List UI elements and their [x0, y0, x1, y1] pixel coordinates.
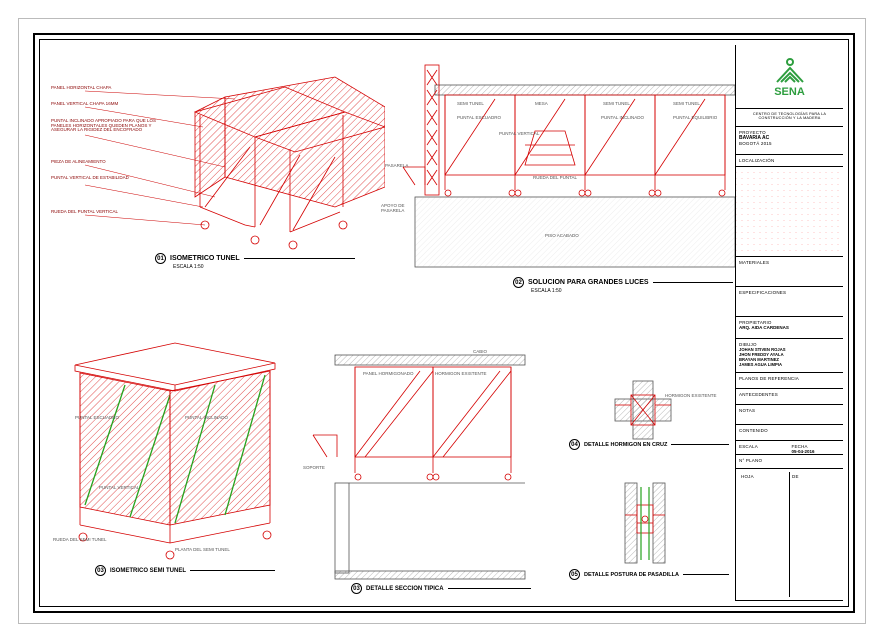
company-line: CENTRO DE TECNOLOGÍAS PARA LA CONSTRUCCI… [739, 112, 840, 120]
caption-03: 03 ISOMETRICO SEMI TUNEL [95, 565, 275, 576]
fecha-val: 05-04-2016 [792, 449, 841, 454]
antecedentes-label: ANTECEDENTES [739, 392, 840, 397]
lbl-horm-ex2: HORMIGON EXISTENTE [665, 393, 717, 398]
logo-text: SENA [774, 86, 805, 98]
plano-cell: N° PLANO [736, 455, 843, 469]
proyecto-cell: PROYECTO BAVARIA AC BOGOTÁ 2015 [736, 127, 843, 155]
fig-02-grandes-luces: SEMI TUNEL MESA SEMI TUNEL SEMI TUNEL PU… [385, 55, 735, 295]
title-01: ISOMETRICO TUNEL [170, 255, 240, 262]
notas-label: NOTAS [739, 408, 840, 413]
caption-04: 03 DETALLE SECCION TIPICA [351, 583, 531, 594]
proyecto-city: BOGOTÁ 2015 [739, 141, 840, 146]
fig-01-isometric-tunel: PANEL HORIZONTAL CHAPA PANEL VERTICAL CH… [85, 57, 385, 267]
title-06: DETALLE POSTURA DE PASADILLA [584, 572, 679, 578]
lbl-f3-puntal-inc: PUNTAL INCLINADO [185, 415, 228, 420]
title-02: SOLUCION PARA GRANDES LUCES [528, 279, 649, 286]
lbl-puntal-v: PUNTAL VERTICAL [499, 131, 539, 136]
lbl-piso-acabado: PISO ACABADO [545, 233, 579, 238]
contenido-cell: CONTENIDO [736, 425, 843, 441]
dibujo4: JAMES AGUA LIMPIA [739, 362, 840, 367]
caption-05: 04 DETALLE HORMIGON EN CRUZ [569, 439, 729, 450]
fig-04-section: CABIO PANEL HORMIGONADO HORMIGON EXISTEN… [305, 335, 535, 595]
fig-03-semi-tunel: PUNTAL ESCUADRO PUNTAL INCLINADO PUNTAL … [55, 325, 295, 575]
especificaciones-label: ESPECIFICACIONES [739, 290, 840, 295]
lbl-puntal-equi: PUNTAL EQUILIBRIO [673, 115, 717, 120]
outer-frame: SENA CENTRO DE TECNOLOGÍAS PARA LA CONST… [33, 33, 855, 613]
hoja-cell: HOJA DE [736, 469, 843, 601]
lbl-semi-tunel-2: SEMI TUNEL [603, 101, 630, 106]
caption-06: 05 DETALLE POSTURA DE PASADILLA [569, 569, 729, 580]
materiales-label: MATERIALES [739, 260, 840, 265]
paper-background: SENA CENTRO DE TECNOLOGÍAS PARA LA CONST… [18, 18, 866, 624]
notas-cell: NOTAS [736, 405, 843, 425]
planosref-cell: PLANOS DE REFERENCIA [736, 373, 843, 389]
caption-02: 02 SOLUCION PARA GRANDES LUCES [513, 277, 733, 288]
bubble-06: 05 [569, 569, 580, 580]
title-04: DETALLE SECCION TIPICA [366, 586, 444, 592]
titleblock: SENA CENTRO DE TECNOLOGÍAS PARA LA CONST… [735, 45, 843, 601]
bubble-01: 01 [155, 253, 166, 264]
lbl-rueda: RUEDA DEL PUNTAL VERTICAL [51, 209, 118, 214]
antecedentes-cell: ANTECEDENTES [736, 389, 843, 405]
lbl-puntal-esq: PUNTAL ESCUADRO [457, 115, 501, 120]
sena-logo-icon [773, 56, 807, 86]
lbl-panel-h: PANEL HORIZONTAL CHAPA [51, 85, 111, 90]
lbl-rueda-puntal: RUEDA DEL PUNTAL [533, 175, 577, 180]
fig-05-detail-cruz: HORMIGON EXISTENTE 04 DETALLE HORMIGON E… [575, 375, 715, 455]
bubble-02: 02 [513, 277, 524, 288]
lbl-semi-tunel-1: SEMI TUNEL [457, 101, 484, 106]
drawing-area: PANEL HORIZONTAL CHAPA PANEL VERTICAL CH… [45, 45, 730, 601]
lbl-f3-puntal-esq: PUNTAL ESCUADRO [75, 415, 119, 420]
fig-06-detail-pasadilla: 05 DETALLE POSTURA DE PASADILLA [575, 475, 715, 585]
inner-frame: SENA CENTRO DE TECNOLOGÍAS PARA LA CONST… [39, 39, 849, 607]
lbl-f3-planta: PLANTA DEL SEMI TUNEL [175, 547, 230, 552]
lbl-puntal-inc-note: PUNTAL INCLINADO APROPIADO PARA QUE LOS … [51, 119, 161, 133]
localizacion-label: LOCALIZACIÓN [739, 158, 840, 163]
arquitecto-val: ARQ. AIDA CARDENAS [739, 325, 840, 330]
bubble-03: 03 [95, 565, 106, 576]
hoja-label: HOJA [741, 474, 787, 479]
especificaciones-cell: ESPECIFICACIONES [736, 287, 843, 317]
title-05: DETALLE HORMIGON EN CRUZ [584, 442, 667, 448]
plano-label: N° PLANO [739, 458, 840, 463]
localizacion-cell: LOCALIZACIÓN [736, 155, 843, 167]
title-03: ISOMETRICO SEMI TUNEL [110, 568, 186, 574]
sub-01: ESCALA 1:50 [173, 264, 204, 270]
escala-label: ESCALA [739, 444, 788, 449]
lbl-puntal-inc: PUNTAL INCLINADO [601, 115, 644, 120]
lbl-cabio: CABIO [473, 349, 487, 354]
caption-01: 01 ISOMETRICO TUNEL [155, 253, 355, 264]
lbl-f3-rueda: RUEDA DEL SEMI TUNEL [53, 537, 107, 542]
sub-02: ESCALA 1:50 [531, 288, 562, 294]
lbl-pieza-alin: PIEZA DE ALINEAMIENTO [51, 159, 106, 164]
lbl-mesa: MESA [535, 101, 548, 106]
lbl-panel-horm: PANEL HORMIGONADO [363, 371, 414, 376]
lbl-horm-exist: HORMIGON EXISTENTE [435, 371, 487, 376]
hoja-de: DE [792, 474, 838, 479]
contenido-label: CONTENIDO [739, 428, 840, 433]
lbl-f3-puntal-v: PUNTAL VERTICAL [99, 485, 139, 490]
company-cell: CENTRO DE TECNOLOGÍAS PARA LA CONSTRUCCI… [736, 109, 843, 127]
lbl-semi-tunel-3: SEMI TUNEL [673, 101, 700, 106]
lbl-f4-soporte: SOPORTE [303, 465, 325, 470]
location-map [736, 167, 843, 257]
lbl-puntal-v-est: PUNTAL VERTICAL DE ESTABILIDAD [51, 175, 131, 180]
propietario-cell: PROPIETARIO ARQ. AIDA CARDENAS [736, 317, 843, 339]
lbl-apoyo-pas: APOYO DE PASARELA [381, 203, 421, 213]
bubble-05: 04 [569, 439, 580, 450]
dibujo-cell: DIBUJO JOHAN STIVEN ROJAS JHON FREDDY AY… [736, 339, 843, 373]
logo-cell: SENA [736, 45, 843, 109]
bubble-04: 03 [351, 583, 362, 594]
lbl-pasarela: PASARELA [385, 163, 408, 168]
planosref-label: PLANOS DE REFERENCIA [739, 376, 840, 381]
materiales-cell: MATERIALES [736, 257, 843, 287]
escala-fecha-cell: ESCALA FECHA 05-04-2016 [736, 441, 843, 455]
lbl-panel-v: PANEL VERTICAL CHAPA 16MM [51, 101, 118, 106]
